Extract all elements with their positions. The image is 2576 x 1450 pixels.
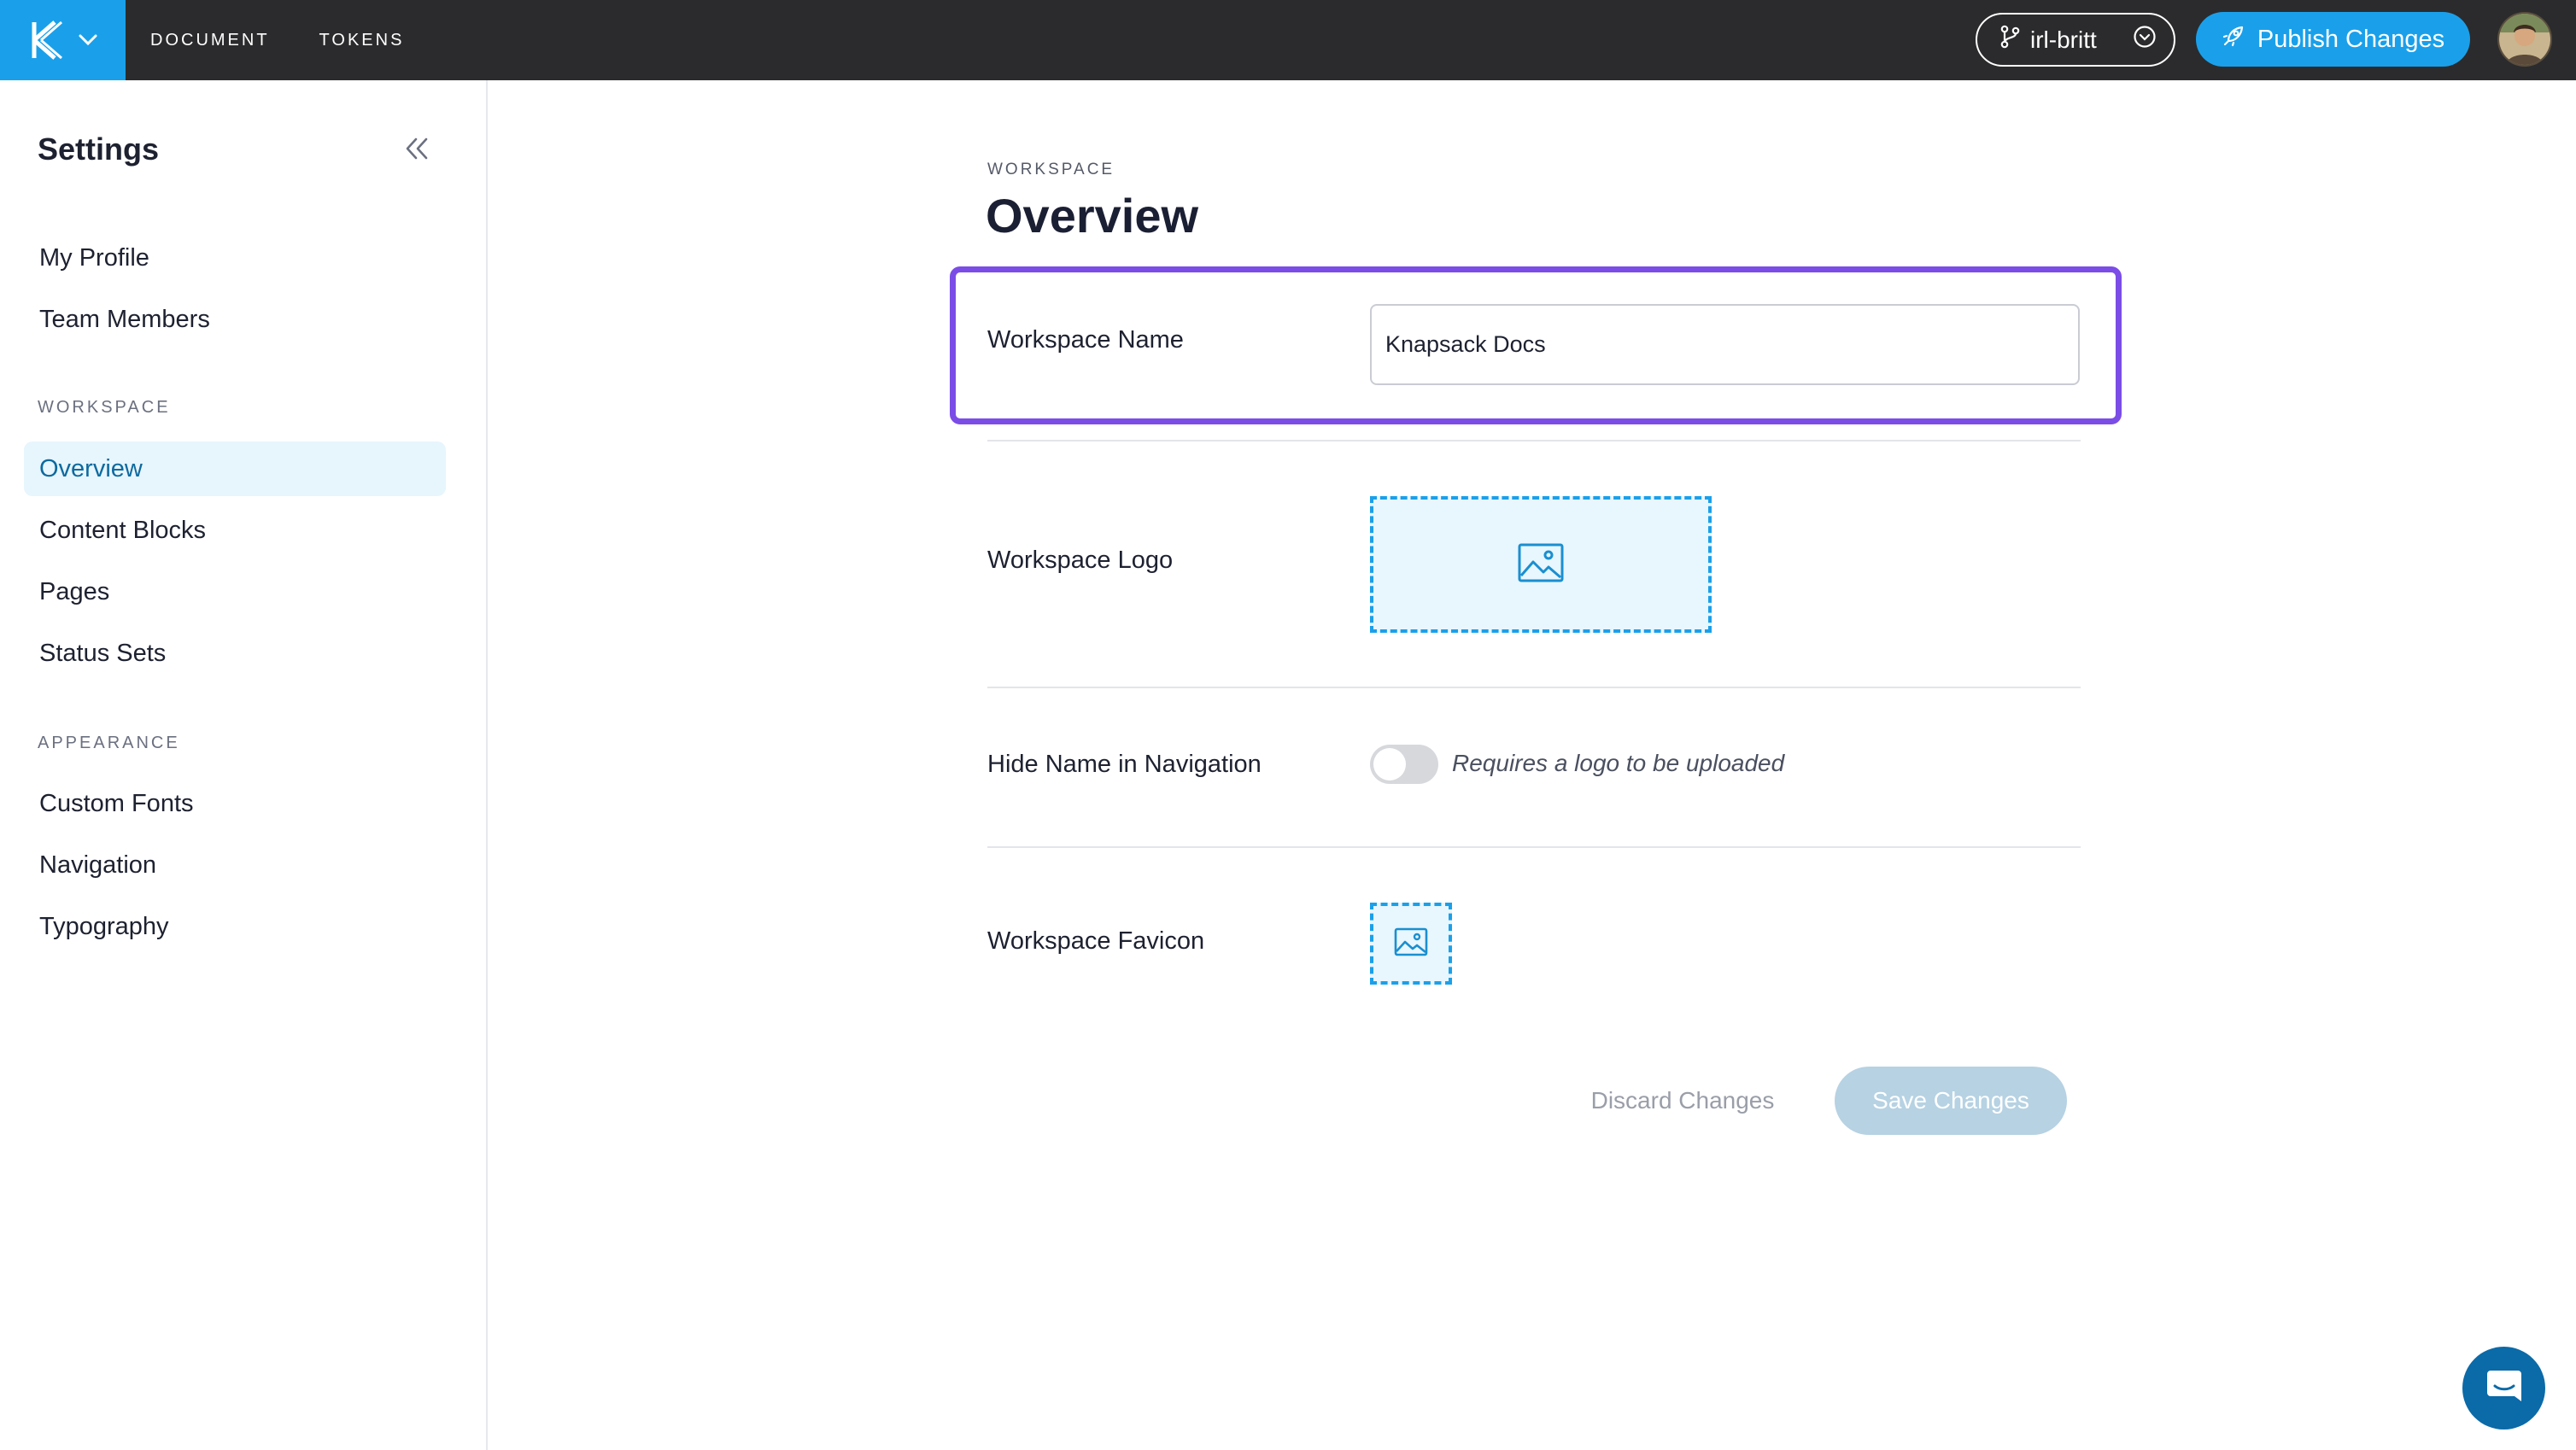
toggle-knob — [1373, 748, 1406, 781]
publish-changes-label: Publish Changes — [2257, 25, 2445, 53]
image-placeholder-icon — [1518, 543, 1564, 587]
collapse-sidebar-button[interactable] — [398, 132, 436, 169]
nav-document[interactable]: DOCUMENT — [150, 31, 270, 50]
sidebar-item-navigation[interactable]: Navigation — [24, 838, 446, 892]
chevron-down-circle-icon — [2133, 25, 2157, 55]
sidebar-item-overview[interactable]: Overview — [24, 441, 446, 496]
sidebar-item-team-members[interactable]: Team Members — [24, 292, 446, 347]
sidebar-item-typography[interactable]: Typography — [24, 899, 446, 954]
settings-sidebar: Settings My Profile Team Members WORKSPA… — [0, 80, 488, 1450]
sidebar-item-pages[interactable]: Pages — [24, 564, 446, 619]
workspace-favicon-label: Workspace Favicon — [987, 927, 1205, 955]
workspace-name-input[interactable] — [1370, 304, 2080, 385]
hide-name-label: Hide Name in Navigation — [987, 751, 1262, 778]
chat-launcher-button[interactable] — [2462, 1347, 2545, 1430]
sidebar-section-workspace: WORKSPACE — [38, 398, 171, 417]
sidebar-section-appearance: APPEARANCE — [38, 734, 180, 752]
sidebar-item-custom-fonts[interactable]: Custom Fonts — [24, 776, 446, 831]
workspace-name-label: Workspace Name — [987, 326, 1184, 354]
workspace-logo-upload[interactable] — [1370, 496, 1712, 633]
chevron-down-icon — [79, 34, 97, 46]
divider — [987, 440, 2081, 441]
discard-changes-button[interactable]: Discard Changes — [1573, 1066, 1792, 1136]
page-title: Overview — [986, 189, 1199, 243]
sidebar-item-my-profile[interactable]: My Profile — [24, 231, 446, 285]
sidebar-item-status-sets[interactable]: Status Sets — [24, 626, 446, 681]
knapsack-logo-icon — [29, 19, 67, 61]
sidebar-title: Settings — [38, 132, 160, 167]
branch-selector-button[interactable]: irl-britt — [1976, 13, 2175, 67]
top-navigation: DOCUMENT TOKENS — [150, 0, 404, 80]
sidebar-item-content-blocks[interactable]: Content Blocks — [24, 503, 446, 558]
workspace-switcher-button[interactable] — [0, 0, 126, 80]
publish-changes-button[interactable]: Publish Changes — [2196, 12, 2470, 67]
workspace-logo-label: Workspace Logo — [987, 547, 1174, 574]
page-eyebrow: WORKSPACE — [987, 161, 1115, 178]
hide-name-note: Requires a logo to be uploaded — [1452, 750, 1785, 776]
nav-tokens[interactable]: TOKENS — [319, 31, 405, 50]
branch-name: irl-britt — [2030, 26, 2097, 53]
workspace-favicon-upload[interactable] — [1370, 903, 1452, 985]
top-bar: DOCUMENT TOKENS irl-britt Publish Change… — [0, 0, 2576, 80]
chat-icon — [2485, 1367, 2523, 1409]
git-branch-icon — [1999, 25, 2020, 55]
image-placeholder-icon — [1394, 927, 1428, 961]
hide-name-toggle[interactable] — [1370, 745, 1438, 784]
save-changes-button[interactable]: Save Changes — [1835, 1067, 2067, 1135]
user-avatar[interactable] — [2497, 12, 2552, 67]
double-chevron-left-icon — [403, 137, 430, 165]
rocket-icon — [2222, 24, 2245, 55]
divider — [987, 687, 2081, 688]
divider — [987, 846, 2081, 848]
